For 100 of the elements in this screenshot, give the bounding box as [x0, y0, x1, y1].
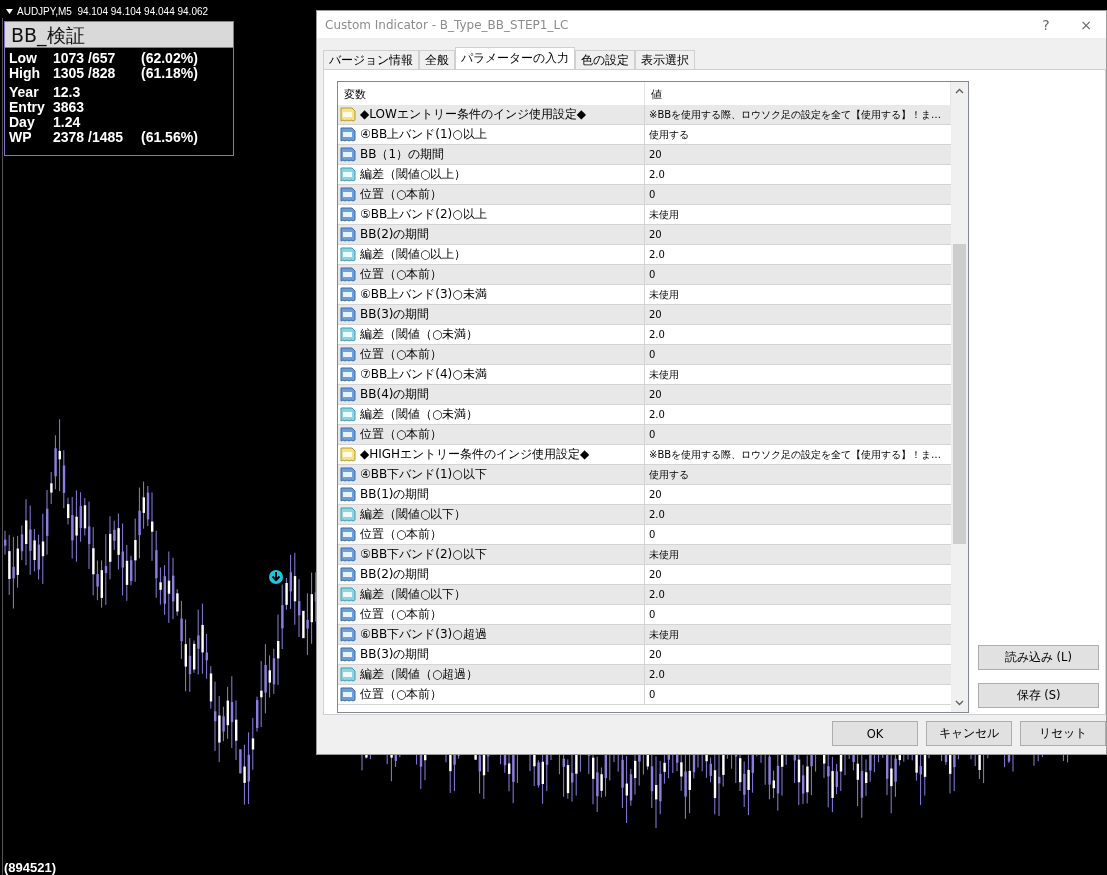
table-row[interactable]: 位置（○本前） 0	[338, 185, 951, 205]
parameter-name: 位置（○本前）	[360, 526, 443, 543]
tab[interactable]: 色の設定	[575, 50, 635, 70]
table-row[interactable]: BB(1)の期間 20	[338, 485, 951, 505]
table-row[interactable]: 編差（閾値（○未満） 2.0	[338, 405, 951, 425]
parameter-value[interactable]: 0	[645, 685, 951, 704]
stat-value: 1.24	[53, 115, 82, 130]
parameter-value[interactable]: 20	[645, 645, 951, 664]
parameter-value[interactable]: 20	[645, 305, 951, 324]
table-row[interactable]: 位置（○本前） 0	[338, 345, 951, 365]
parameter-name: BB(4)の期間	[360, 386, 430, 403]
type-icon	[340, 627, 356, 642]
parameter-value[interactable]: 2.0	[645, 325, 951, 344]
table-row[interactable]: 位置（○本前） 0	[338, 265, 951, 285]
parameter-value[interactable]: 2.0	[645, 585, 951, 604]
table-row[interactable]: ◆LOWエントリー条件のインジ使用設定◆ ※BBを使用する際、ロウソク足の設定を全て【使用する】！ま…	[338, 105, 951, 125]
parameter-value[interactable]: 20	[645, 145, 951, 164]
table-row[interactable]: 編差（閾値○以上） 2.0	[338, 165, 951, 185]
parameter-value[interactable]: 20	[645, 565, 951, 584]
scroll-down-icon[interactable]	[955, 700, 964, 706]
parameter-value[interactable]: 2.0	[645, 505, 951, 524]
table-row[interactable]: ④BB下バンド(1)○以下 使用する	[338, 465, 951, 485]
table-row[interactable]: 編差（閾値○以下） 2.0	[338, 585, 951, 605]
table-row[interactable]: 位置（○本前） 0	[338, 525, 951, 545]
type-icon	[340, 427, 356, 442]
parameter-value[interactable]: 0	[645, 185, 951, 204]
type-icon	[340, 687, 356, 702]
close-button[interactable]: ×	[1066, 11, 1106, 38]
parameter-name: ⑤BB下バンド(2)○以下	[360, 546, 487, 563]
side-button[interactable]: 保存 (S)	[978, 683, 1099, 708]
parameter-value[interactable]: 未使用	[645, 205, 951, 224]
parameter-value[interactable]: 0	[645, 425, 951, 444]
type-icon	[340, 467, 356, 482]
table-row[interactable]: 編差（閾値（○超過） 2.0	[338, 665, 951, 685]
stat-value: 12.3	[53, 85, 82, 100]
table-row[interactable]: BB(2)の期間 20	[338, 565, 951, 585]
parameter-value[interactable]: 20	[645, 225, 951, 244]
parameter-value[interactable]: 2.0	[645, 405, 951, 424]
parameter-value[interactable]: 2.0	[645, 165, 951, 184]
parameter-name: 編差（閾値（○超過）	[360, 666, 479, 683]
table-row[interactable]: ⑤BB下バンド(2)○以下 未使用	[338, 545, 951, 565]
parameter-value[interactable]: 未使用	[645, 285, 951, 304]
dialog-button[interactable]: キャンセル	[926, 721, 1012, 746]
parameter-value[interactable]: ※BBを使用する際、ロウソク足の設定を全て【使用する】！ま…	[645, 105, 951, 124]
parameter-value[interactable]: 未使用	[645, 545, 951, 564]
table-row[interactable]: ⑦BB上バンド(4)○未満 未使用	[338, 365, 951, 385]
tab[interactable]: パラメーターの入力	[455, 47, 575, 70]
type-icon	[340, 107, 356, 122]
stat-value: 1305 /828	[53, 66, 117, 81]
scrollbar[interactable]	[951, 82, 968, 712]
parameter-value[interactable]: 使用する	[645, 125, 951, 144]
parameter-value[interactable]: 未使用	[645, 625, 951, 644]
stat-label: Day	[9, 115, 35, 130]
parameter-name: BB（1）の期間	[360, 146, 445, 163]
stat-label: High	[9, 66, 42, 81]
parameter-value[interactable]: 20	[645, 385, 951, 404]
parameter-value[interactable]: ※BBを使用する際、ロウソク足の設定を全て【使用する】！ま…	[645, 445, 951, 464]
table-row[interactable]: 編差（閾値（○未満） 2.0	[338, 325, 951, 345]
table-row[interactable]: ⑥BB下バンド(3)○超過 未使用	[338, 625, 951, 645]
type-icon	[340, 367, 356, 382]
table-row[interactable]: 位置（○本前） 0	[338, 685, 951, 705]
parameter-value[interactable]: 2.0	[645, 665, 951, 684]
scroll-up-icon[interactable]	[955, 88, 964, 94]
parameter-value[interactable]: 20	[645, 485, 951, 504]
dialog-button[interactable]: リセット	[1020, 721, 1106, 746]
type-icon	[340, 667, 356, 682]
table-row[interactable]: ⑤BB上バンド(2)○以上 未使用	[338, 205, 951, 225]
table-row[interactable]: BB(2)の期間 20	[338, 225, 951, 245]
dialog-button[interactable]: OK	[832, 721, 918, 746]
parameter-value[interactable]: 使用する	[645, 465, 951, 484]
type-icon	[340, 227, 356, 242]
tab[interactable]: バージョン情報	[323, 50, 419, 70]
table-row[interactable]: BB(3)の期間 20	[338, 645, 951, 665]
table-row[interactable]: ④BB上バンド(1)○以上 使用する	[338, 125, 951, 145]
stat-percent: (61.18%)	[141, 66, 199, 81]
window-title: Custom Indicator - B_Type_BB_STEP1_LC	[325, 17, 570, 32]
table-row[interactable]: BB(3)の期間 20	[338, 305, 951, 325]
parameter-value[interactable]: 2.0	[645, 245, 951, 264]
table-row[interactable]: ⑥BB上バンド(3)○未満 未使用	[338, 285, 951, 305]
parameter-value[interactable]: 未使用	[645, 365, 951, 384]
dropdown-icon[interactable]	[6, 9, 13, 14]
table-row[interactable]: BB（1）の期間 20	[338, 145, 951, 165]
parameter-value[interactable]: 0	[645, 605, 951, 624]
table-row[interactable]: ◆HIGHエントリー条件のインジ使用設定◆ ※BBを使用する際、ロウソク足の設定を全て【使用する】！ま…	[338, 445, 951, 465]
table-row[interactable]: 編差（閾値○以下） 2.0	[338, 505, 951, 525]
type-icon	[340, 127, 356, 142]
table-row[interactable]: 編差（閾値○以上） 2.0	[338, 245, 951, 265]
scroll-thumb[interactable]	[953, 244, 966, 544]
tab[interactable]: 表示選択	[635, 50, 695, 70]
tab[interactable]: 全般	[419, 50, 455, 70]
help-button[interactable]: ?	[1026, 11, 1066, 38]
side-button[interactable]: 読み込み (L)	[978, 645, 1099, 670]
table-row[interactable]: 位置（○本前） 0	[338, 605, 951, 625]
parameter-value[interactable]: 0	[645, 265, 951, 284]
table-row[interactable]: 位置（○本前） 0	[338, 425, 951, 445]
type-icon	[340, 307, 356, 322]
parameter-value[interactable]: 0	[645, 525, 951, 544]
type-icon	[340, 567, 356, 582]
parameter-value[interactable]: 0	[645, 345, 951, 364]
table-row[interactable]: BB(4)の期間 20	[338, 385, 951, 405]
